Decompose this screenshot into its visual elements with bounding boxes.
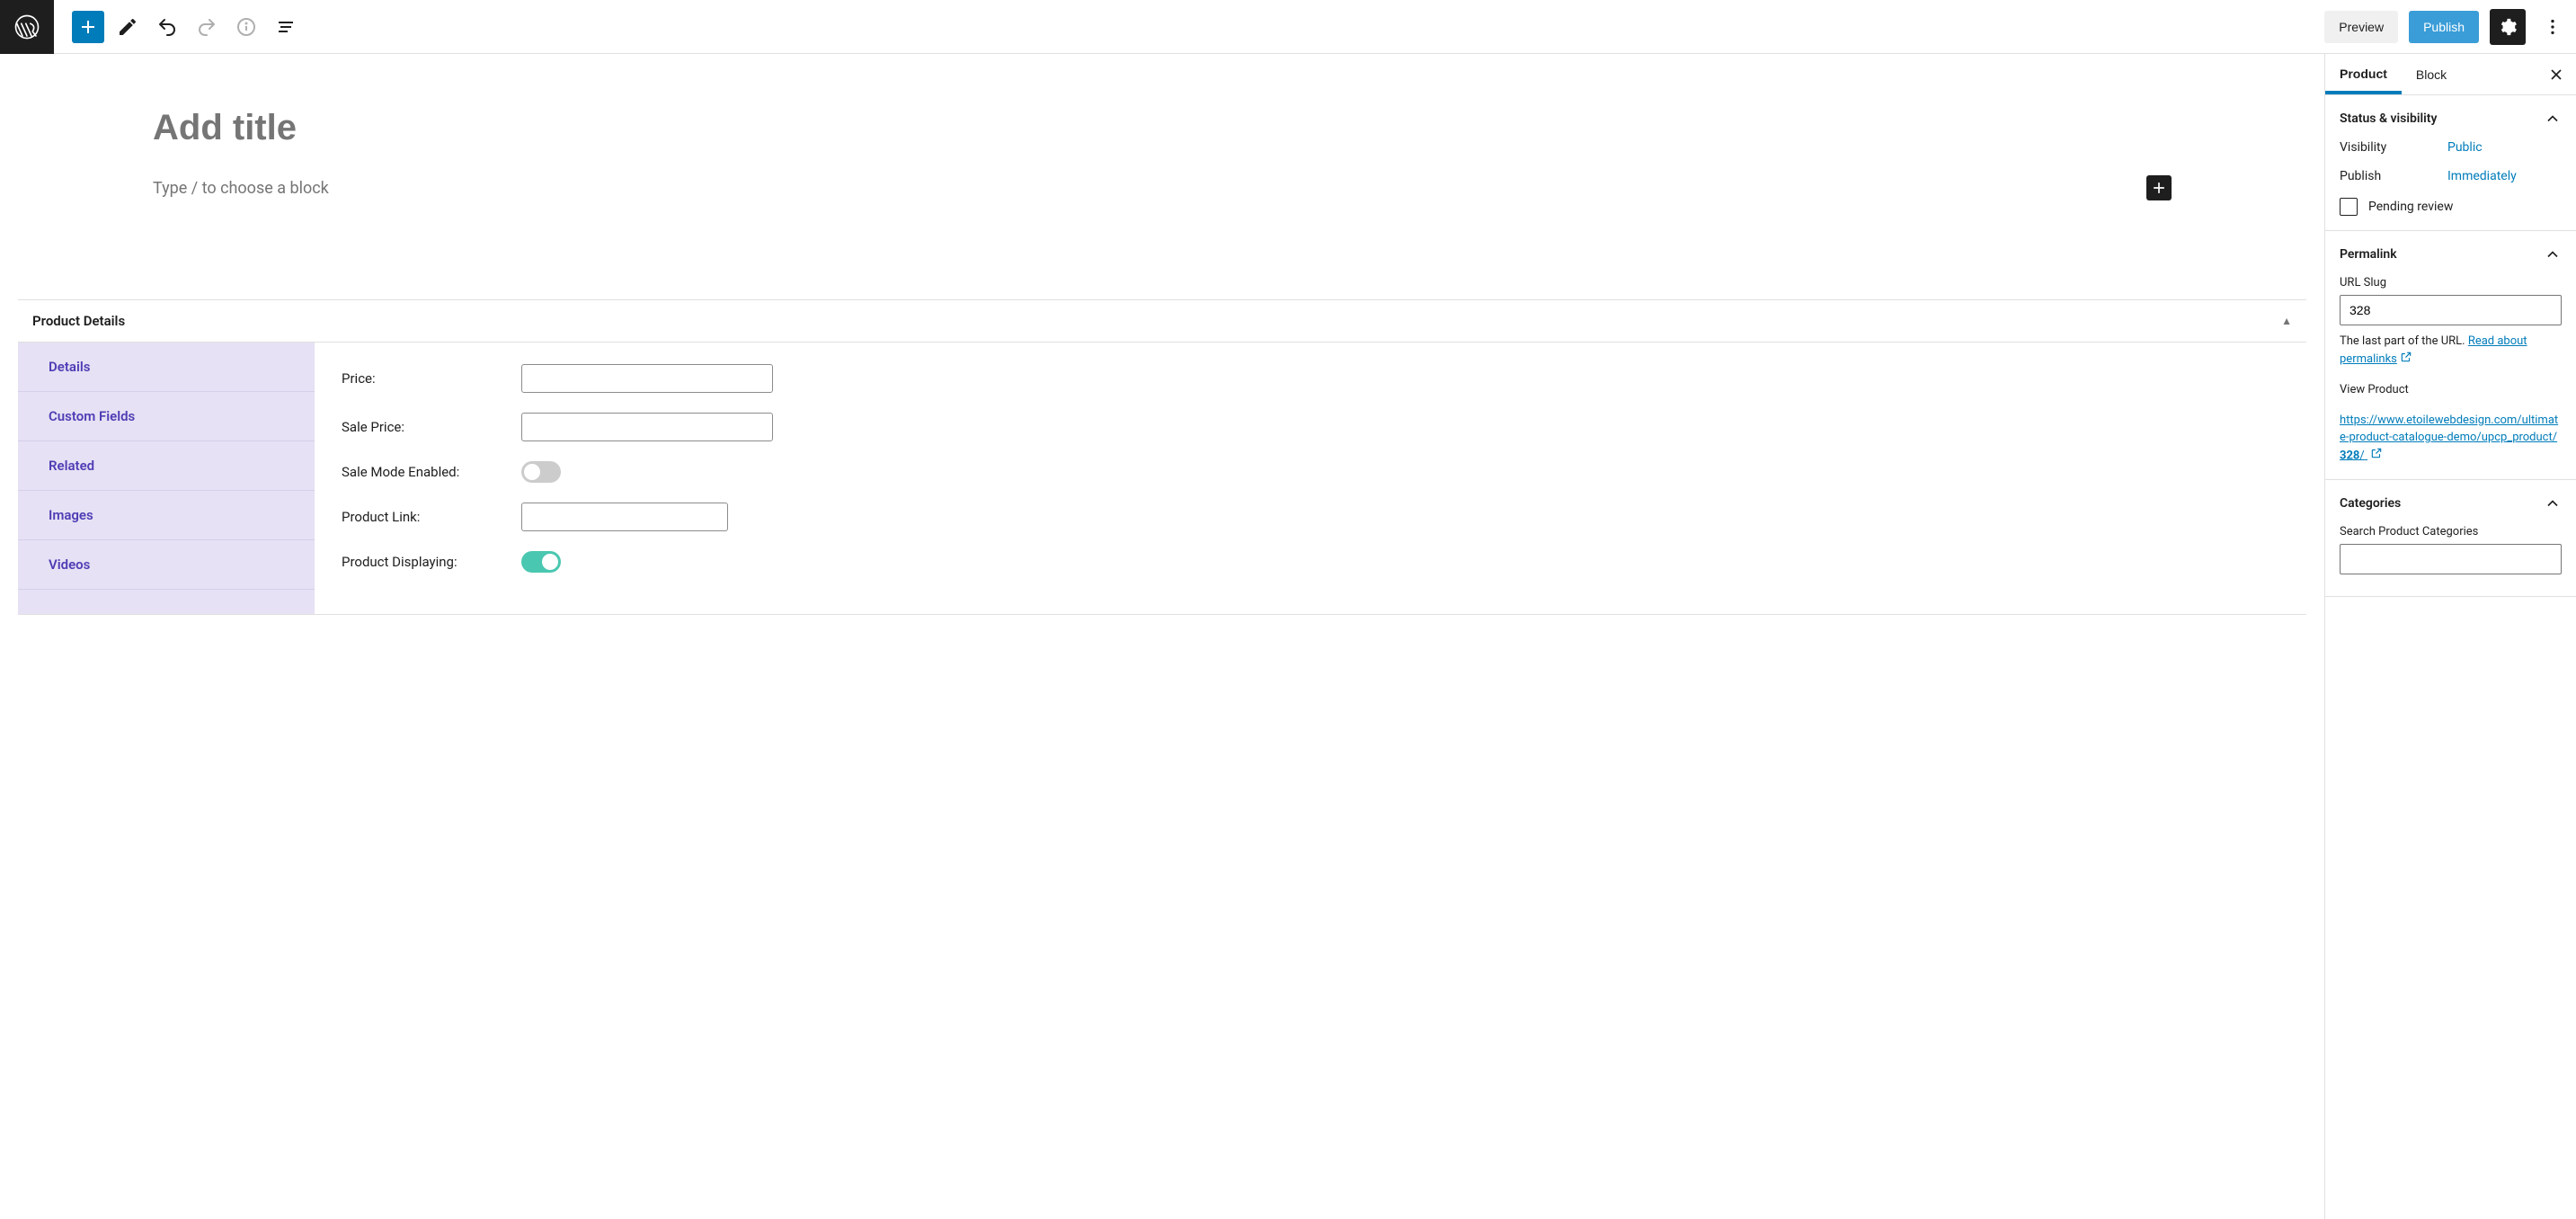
categories-title: Categories [2340,496,2401,511]
product-details-metabox: Product Details ▲ Details Custom Fields … [18,299,2306,615]
plus-icon [2150,179,2168,197]
visibility-label: Visibility [2340,140,2447,155]
close-icon [2547,66,2565,84]
kebab-icon [2543,17,2563,37]
preview-button[interactable]: Preview [2324,11,2398,43]
chevron-up-icon [2544,245,2562,263]
more-options-button[interactable] [2536,11,2569,43]
inline-add-block-button[interactable] [2146,175,2172,200]
permalink-header[interactable]: Permalink [2340,245,2562,263]
info-button[interactable] [230,11,262,43]
product-details-panel: Price: Sale Price: Sale Mode Enabled: [315,343,2306,614]
redo-button[interactable] [191,11,223,43]
product-tab-details[interactable]: Details [18,343,315,392]
product-tab-related[interactable]: Related [18,441,315,491]
chevron-up-icon [2544,110,2562,128]
publish-value[interactable]: Immediately [2447,169,2517,183]
product-link-input[interactable] [521,503,728,531]
sidebar-tab-product[interactable]: Product [2325,54,2402,94]
url-slug-input[interactable] [2340,295,2562,325]
product-displaying-toggle[interactable] [521,551,561,573]
view-product-url[interactable]: https://www.etoilewebdesign.com/ultimate… [2340,412,2562,466]
wordpress-icon [13,13,40,40]
external-link-icon [2400,351,2412,369]
publish-label: Publish [2340,169,2447,183]
topbar: Preview Publish [0,0,2576,54]
url-slug-help: The last part of the URL. Read about per… [2340,333,2562,369]
product-details-header[interactable]: Product Details ▲ [18,300,2306,343]
title-input[interactable] [153,108,2172,148]
settings-button[interactable] [2490,9,2526,45]
price-input[interactable] [521,364,773,393]
categories-panel: Categories Search Product Categories [2325,480,2576,597]
list-icon [275,16,297,38]
undo-button[interactable] [151,11,183,43]
status-visibility-title: Status & visibility [2340,111,2437,126]
pending-review-label: Pending review [2368,200,2453,214]
collapse-triangle-icon: ▲ [2281,315,2292,327]
product-details-tabs: Details Custom Fields Related Images Vid… [18,343,315,614]
sale-price-label: Sale Price: [342,419,521,435]
status-visibility-header[interactable]: Status & visibility [2340,110,2562,128]
categories-header[interactable]: Categories [2340,494,2562,512]
pencil-icon [117,16,138,38]
search-categories-input[interactable] [2340,544,2562,574]
redo-icon [196,16,218,38]
status-visibility-panel: Status & visibility Visibility Public Pu… [2325,95,2576,231]
view-product-label: View Product [2340,381,2562,399]
settings-sidebar: Product Block Status & visibility Visibi… [2324,54,2576,1219]
external-link-icon [2370,447,2383,466]
visibility-value[interactable]: Public [2447,140,2483,155]
undo-icon [156,16,178,38]
info-icon [235,16,257,38]
edit-mode-button[interactable] [111,11,144,43]
url-slug-label: URL Slug [2340,276,2562,289]
sale-mode-label: Sale Mode Enabled: [342,464,521,480]
editor-canvas: Type / to choose a block Product Details… [0,54,2324,1219]
price-label: Price: [342,370,521,387]
search-categories-label: Search Product Categories [2340,525,2562,538]
product-link-label: Product Link: [342,509,521,525]
outline-button[interactable] [270,11,302,43]
publish-button[interactable]: Publish [2409,11,2479,43]
add-block-button[interactable] [72,11,104,43]
product-displaying-label: Product Displaying: [342,554,521,570]
product-details-title: Product Details [32,313,125,329]
sidebar-tab-block[interactable]: Block [2402,55,2461,94]
chevron-up-icon [2544,494,2562,512]
gear-icon [2498,17,2518,37]
permalink-panel: Permalink URL Slug The last part of the … [2325,231,2576,480]
block-prompt[interactable]: Type / to choose a block [153,175,2172,200]
product-tab-images[interactable]: Images [18,491,315,540]
permalink-title: Permalink [2340,247,2397,262]
product-tab-custom-fields[interactable]: Custom Fields [18,392,315,441]
sale-price-input[interactable] [521,413,773,441]
block-prompt-text: Type / to choose a block [153,179,329,198]
sale-mode-toggle[interactable] [521,461,561,483]
wordpress-logo-button[interactable] [0,0,54,54]
close-sidebar-button[interactable] [2540,58,2572,91]
plus-icon [77,16,99,38]
product-tab-videos[interactable]: Videos [18,540,315,590]
pending-review-checkbox[interactable] [2340,198,2358,216]
